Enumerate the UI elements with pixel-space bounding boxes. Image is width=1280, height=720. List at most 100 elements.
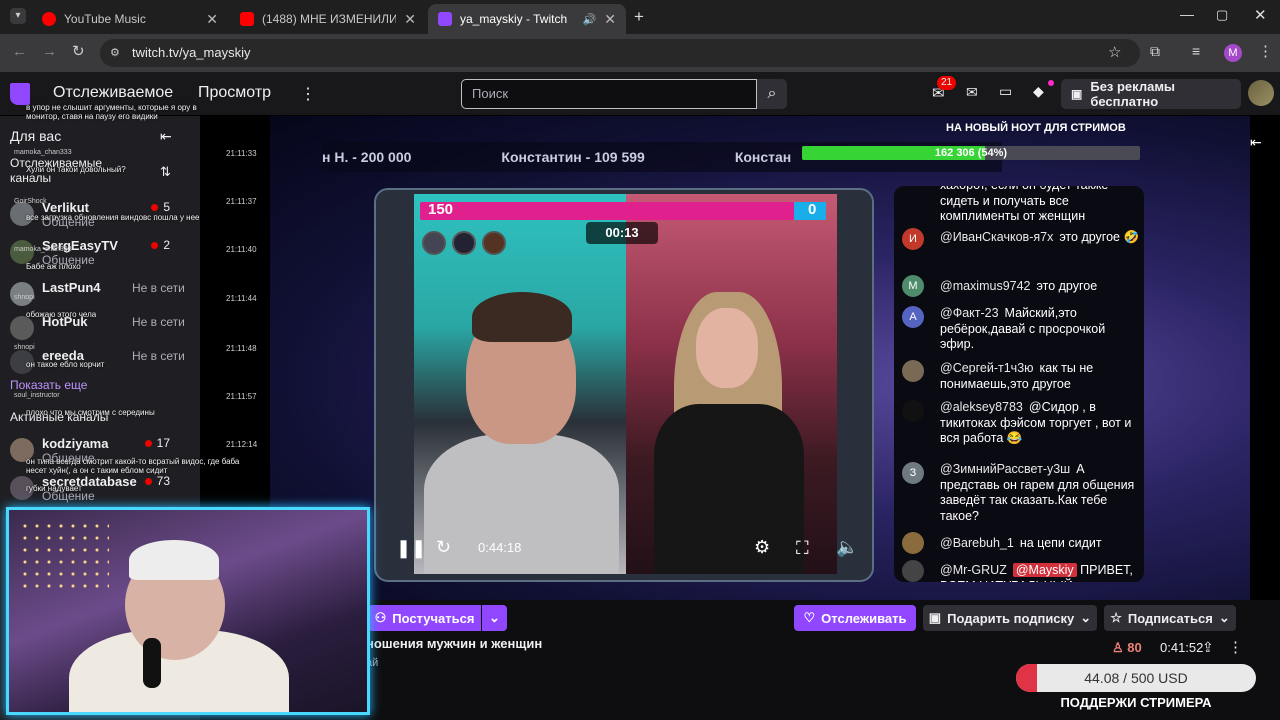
overlay-chat-time: 21:11:37 (226, 197, 257, 206)
stream-title: ношения мужчин и женщин (366, 636, 543, 651)
overlay-chat-text: Бабе аж плохо (26, 262, 81, 271)
overlay-chat-user: mamoka_chan333 (14, 246, 72, 253)
url-field[interactable]: ⚙ twitch.tv/ya_mayskiy (100, 39, 1140, 67)
channel-lastpun4[interactable]: LastPun4 Не в сети (10, 278, 190, 312)
overlay-chat-time: 21:11:48 (226, 344, 257, 353)
reload-icon[interactable]: ↻ (72, 42, 85, 60)
close-window-icon[interactable]: ✕ (1254, 6, 1267, 24)
gifter-avatar (482, 231, 506, 255)
chat-mention: @Mayskiy (1012, 563, 1077, 577)
tab-title: (1488) МНЕ ИЗМЕНИЛИ | ПРЕ (262, 12, 397, 26)
show-more-link[interactable]: Показать еще (10, 378, 87, 392)
back-icon[interactable]: ← (12, 43, 27, 60)
fullscreen-icon[interactable]: ⛶ (796, 538, 809, 559)
notification-badge: 21 (937, 76, 957, 90)
offline-status: Не в сети (132, 349, 185, 363)
close-tab-icon[interactable]: ✕ (604, 11, 616, 28)
playback-position: 0:44:18 (478, 540, 522, 555)
search-input[interactable]: Поиск (461, 79, 757, 109)
tab-list-dropdown-icon[interactable]: ▾ (10, 8, 26, 24)
chat-username: @aleksey8783 (940, 400, 1023, 414)
collapse-sidebar-icon[interactable]: ⇤ (160, 128, 172, 145)
whispers-icon[interactable]: ✉ (966, 84, 978, 101)
minimize-icon[interactable]: — (1180, 6, 1194, 22)
nav-following[interactable]: Отслеживаемое (53, 84, 173, 102)
maximize-icon[interactable]: ▢ (1216, 7, 1228, 23)
chat-text: на цепи сидит (1019, 536, 1102, 550)
chat-avatar (902, 400, 924, 422)
media-controls-icon[interactable]: ≡ (1192, 43, 1200, 59)
chat-avatar (902, 560, 924, 582)
offline-status: Не в сети (132, 315, 185, 329)
extensions-icon[interactable]: ⧉ (1150, 43, 1160, 60)
chat-bubble-icon[interactable]: ▭ (999, 83, 1012, 100)
ticker-item: Констан (734, 149, 792, 165)
overlay-chat-text: он типа всегда смотрит какой-то всратый … (26, 457, 240, 475)
person-shape (472, 292, 572, 342)
nav-more-icon[interactable]: ⋮ (300, 84, 316, 104)
viewer-number: 80 (1127, 640, 1142, 655)
volume-icon[interactable]: 🔈 (836, 537, 858, 558)
chat-username: @ЗимнийРассвет-у3ш (940, 462, 1071, 476)
knock-dropdown-button[interactable]: ⌄ (482, 605, 507, 631)
chat-text: хахорот, если он будет также сидеть и по… (940, 186, 1108, 223)
chat-text: это другое (1036, 279, 1098, 293)
speaker-icon[interactable]: 🔊 (583, 13, 597, 26)
chevron-down-icon: ⌄ (1080, 610, 1092, 625)
live-dot (144, 440, 152, 447)
tab-twitch[interactable]: ya_mayskiy - Twitch 🔊 ✕ (428, 4, 626, 34)
chat-message: хахорот, если он будет также сидеть и по… (940, 186, 1140, 225)
browser-menu-icon[interactable]: ⋮ (1258, 42, 1273, 60)
twitch-logo-icon[interactable] (10, 83, 30, 105)
overlay-chat-user: shnopi (14, 344, 35, 351)
replay-icon[interactable]: ↻ (436, 537, 451, 558)
gift-icon: ▣ (928, 610, 942, 625)
viewer-number: 17 (156, 436, 170, 450)
pause-icon[interactable]: ❚❚ (396, 538, 426, 559)
gift-sub-button[interactable]: ▣ Подарить подписку ⌄ (923, 605, 1097, 631)
close-tab-icon[interactable]: ✕ (206, 11, 218, 28)
live-dot (151, 204, 159, 211)
gifter-avatar (452, 231, 476, 255)
chat-username: @ИванСкачков-я7х (940, 230, 1054, 244)
donation-progress-text: 44.08 / 500 USD (1084, 670, 1188, 686)
sort-icon[interactable]: ⇅ (160, 164, 171, 180)
user-avatar[interactable] (1248, 80, 1274, 106)
forward-icon[interactable]: → (42, 43, 57, 60)
expand-chat-icon[interactable]: ⇤ (1250, 134, 1262, 151)
site-info-icon[interactable]: ⚙ (110, 39, 120, 67)
stream-chat-overlay: хахорот, если он будет также сидеть и по… (894, 186, 1144, 582)
chat-username: @Mr-GRUZ (940, 563, 1007, 577)
nav-browse[interactable]: Просмотр (198, 84, 271, 102)
battle-score-right: 0 (808, 201, 817, 218)
settings-gear-icon[interactable]: ⚙ (754, 537, 770, 558)
chat-avatar (902, 532, 924, 554)
overlay-chat-text: губки надувает (26, 484, 82, 493)
tab-youtube-video[interactable]: (1488) МНЕ ИЗМЕНИЛИ | ПРЕ ✕ (230, 4, 426, 34)
overlay-chat-time: 21:11:40 (226, 245, 257, 254)
youtube-icon (240, 12, 254, 26)
follow-button[interactable]: ♡ Отслеживать (794, 605, 916, 631)
profile-avatar[interactable]: M (1224, 44, 1242, 62)
battle-timer: 00:13 (586, 222, 658, 244)
chat-message: @Факт-23 Майский,это ребёрок,давай с прос… (940, 306, 1140, 353)
chat-avatar: З (902, 462, 924, 484)
viewer-number: 5 (163, 200, 170, 214)
chat-message: @Barebuh_1 на цепи сидит (940, 536, 1140, 552)
tab-youtube-music[interactable]: YouTube Music ✕ (32, 4, 228, 34)
close-tab-icon[interactable]: ✕ (404, 11, 416, 28)
overlay-chat-user: shnopi (14, 294, 35, 301)
live-dot (144, 478, 152, 485)
ad-free-button[interactable]: ▣ Без рекламы бесплатно (1061, 79, 1241, 109)
prime-crown-icon[interactable]: ◆ (1033, 83, 1044, 100)
share-icon[interactable]: ⇪ (1202, 639, 1214, 656)
more-options-icon[interactable]: ⋮ (1228, 638, 1243, 656)
new-tab-icon[interactable]: + (634, 7, 644, 27)
knock-button[interactable]: ⚇ Постучаться (368, 605, 481, 631)
search-button[interactable]: ⌕ (757, 79, 787, 109)
browser-tab-bar: ▾ YouTube Music ✕ (1488) МНЕ ИЗМЕНИЛИ | … (0, 0, 1280, 34)
person-shape (696, 308, 758, 388)
bookmark-star-icon[interactable]: ☆ (1108, 43, 1121, 61)
subscribe-button[interactable]: ☆ Подписаться ⌄ (1104, 605, 1236, 631)
right-camera-feed (626, 194, 837, 574)
